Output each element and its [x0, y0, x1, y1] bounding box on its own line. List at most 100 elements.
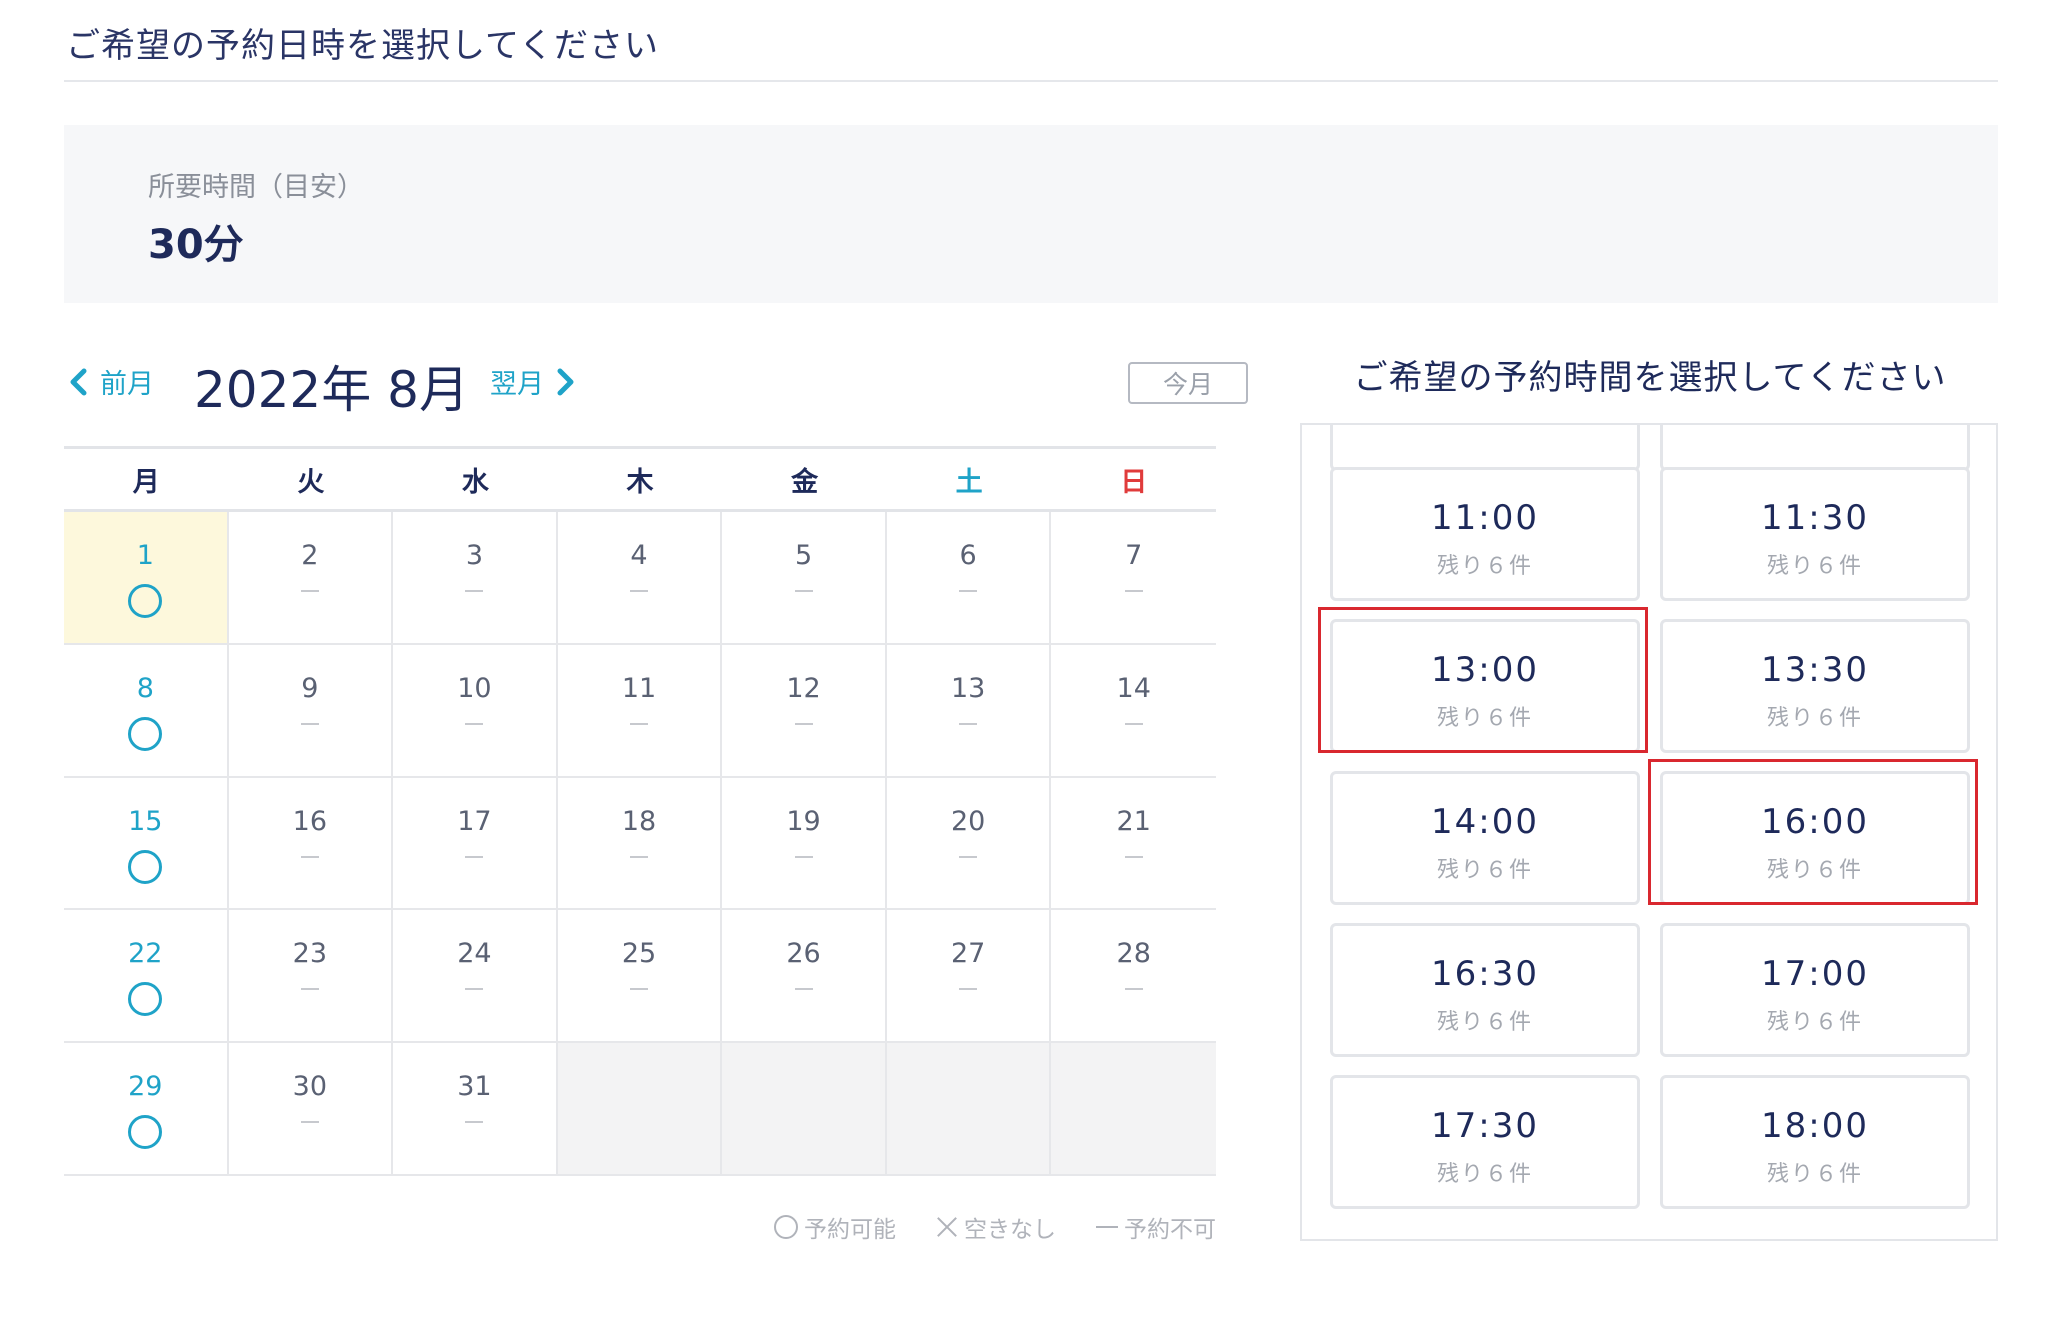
calendar-day-cell: 27 [886, 910, 1052, 1044]
unavailable-dash-icon [1124, 722, 1143, 725]
day-number: 8 [136, 672, 154, 704]
calendar-day-cell: 19 [722, 777, 887, 911]
time-slot-partial[interactable] [1660, 425, 1970, 471]
unavailable-dash-icon [629, 855, 648, 858]
legend-unavailable: 予約不可 [1096, 1210, 1216, 1244]
calendar-day-cell: 16 [228, 777, 394, 911]
legend-full: 空きなし [936, 1210, 1056, 1244]
calendar-empty-cell [722, 1043, 887, 1176]
day-number: 16 [292, 805, 328, 837]
time-slot-remaining: 残り６件 [1436, 1010, 1533, 1035]
calendar-empty-cell [886, 1043, 1052, 1176]
time-slot-button[interactable]: 17:00 残り６件 [1660, 923, 1970, 1057]
time-slot-button[interactable]: 17:30 残り６件 [1330, 1075, 1640, 1209]
prev-month-link[interactable]: 前月 [64, 362, 154, 401]
weekday-label: 火 [297, 466, 325, 498]
day-number: 21 [1116, 805, 1151, 837]
unavailable-dash-icon [794, 988, 813, 991]
day-number: 11 [621, 672, 657, 704]
calendar-day-cell: 21 [1051, 777, 1216, 911]
dash-icon [1096, 1226, 1118, 1228]
legend-available-label: 予約可能 [804, 1217, 896, 1243]
calendar-day-cell: 17 [393, 777, 558, 911]
time-slot-button[interactable]: 11:00 残り６件 [1330, 467, 1640, 601]
day-number: 1 [136, 540, 154, 571]
unavailable-dash-icon [465, 590, 484, 592]
unavailable-dash-icon [465, 988, 484, 991]
unavailable-dash-icon [300, 855, 319, 858]
calendar-day-cell: 23 [228, 910, 394, 1044]
time-slot-remaining: 残り６件 [1766, 858, 1863, 883]
time-slot-button[interactable]: 13:30 残り６件 [1660, 619, 1970, 753]
cross-icon [936, 1216, 958, 1238]
day-number: 2 [301, 540, 319, 571]
unavailable-dash-icon [1124, 855, 1143, 858]
time-section-title: ご希望の予約時間を選択してください [1353, 358, 1947, 398]
calendar-day-cell: 6 [886, 512, 1052, 645]
weekday-label: 金 [791, 466, 819, 498]
time-slot-button[interactable]: 18:00 残り６件 [1660, 1075, 1970, 1209]
day-number: 13 [950, 672, 986, 704]
calendar-day-cell: 2 [228, 512, 394, 645]
duration-label: 所要時間（目安） [148, 172, 364, 203]
calendar-empty-cell [557, 1043, 723, 1176]
prev-month-label: 前月 [100, 369, 154, 400]
weekday-header: 月火水木金土日 [64, 449, 1216, 509]
unavailable-dash-icon [959, 855, 978, 858]
calendar-day-cell: 10 [393, 644, 558, 778]
next-month-link[interactable]: 翌月 [490, 362, 580, 401]
current-month-button[interactable]: 今月 [1128, 362, 1248, 404]
next-month-label: 翌月 [490, 369, 544, 400]
available-circle-icon [128, 982, 163, 1017]
time-slot-button[interactable]: 16:30 残り６件 [1330, 923, 1640, 1057]
unavailable-dash-icon [465, 855, 484, 858]
time-slot-remaining: 残り６件 [1766, 554, 1863, 579]
calendar-legend: 予約可能 空きなし 予約不可 [760, 1210, 1216, 1244]
available-circle-icon [128, 584, 163, 618]
calendar-day-cell[interactable]: 15 [64, 777, 229, 911]
time-slot-remaining: 残り６件 [1436, 858, 1533, 883]
day-number: 23 [292, 938, 328, 970]
time-slot-button[interactable]: 16:00 残り６件 [1660, 771, 1970, 905]
time-slot-button[interactable]: 11:30 残り６件 [1660, 467, 1970, 601]
chevron-left-icon [70, 368, 87, 395]
calendar-day-cell[interactable]: 29 [64, 1043, 229, 1176]
time-slot-partial[interactable] [1330, 425, 1640, 471]
day-number: 20 [950, 805, 986, 837]
unavailable-dash-icon [300, 1121, 319, 1124]
time-slot-time: 17:00 [1761, 954, 1869, 994]
time-slot-time: 11:00 [1431, 498, 1539, 538]
calendar-day-cell[interactable]: 8 [64, 644, 229, 778]
calendar-day-cell[interactable]: 1 [64, 512, 229, 645]
calendar-day-cell: 7 [1051, 512, 1216, 645]
unavailable-dash-icon [959, 988, 978, 991]
calendar-day-cell: 30 [228, 1043, 394, 1176]
unavailable-dash-icon [794, 590, 813, 592]
title-divider [64, 80, 1998, 82]
unavailable-dash-icon [629, 590, 648, 592]
day-number: 4 [630, 540, 648, 571]
time-slot-button[interactable]: 14:00 残り６件 [1330, 771, 1640, 905]
day-number: 22 [128, 938, 163, 970]
time-slot-button[interactable]: 13:00 残り６件 [1330, 619, 1640, 753]
day-number: 30 [292, 1071, 328, 1103]
day-number: 27 [950, 938, 986, 970]
unavailable-dash-icon [465, 722, 484, 725]
time-slot-remaining: 残り６件 [1436, 554, 1533, 579]
unavailable-dash-icon [959, 722, 978, 725]
calendar-day-cell: 31 [393, 1043, 558, 1176]
calendar-day-cell: 13 [886, 644, 1052, 778]
day-number: 3 [465, 540, 484, 571]
unavailable-dash-icon [1124, 988, 1143, 991]
available-circle-icon [128, 716, 163, 751]
calendar-grid: 1 2 3 4 5 6 7 8 9 10 11 12 13 14 15 16 17 18 19 20 21 22 23 24 2… [64, 512, 1216, 1176]
day-number: 29 [128, 1071, 163, 1103]
day-number: 15 [128, 805, 163, 837]
weekday-label: 月 [132, 466, 160, 498]
day-number: 18 [621, 805, 657, 837]
day-number: 5 [794, 540, 813, 571]
day-number: 7 [1125, 540, 1143, 571]
calendar-day-cell[interactable]: 22 [64, 910, 229, 1044]
day-number: 25 [621, 938, 657, 970]
time-slot-time: 16:00 [1761, 802, 1869, 842]
